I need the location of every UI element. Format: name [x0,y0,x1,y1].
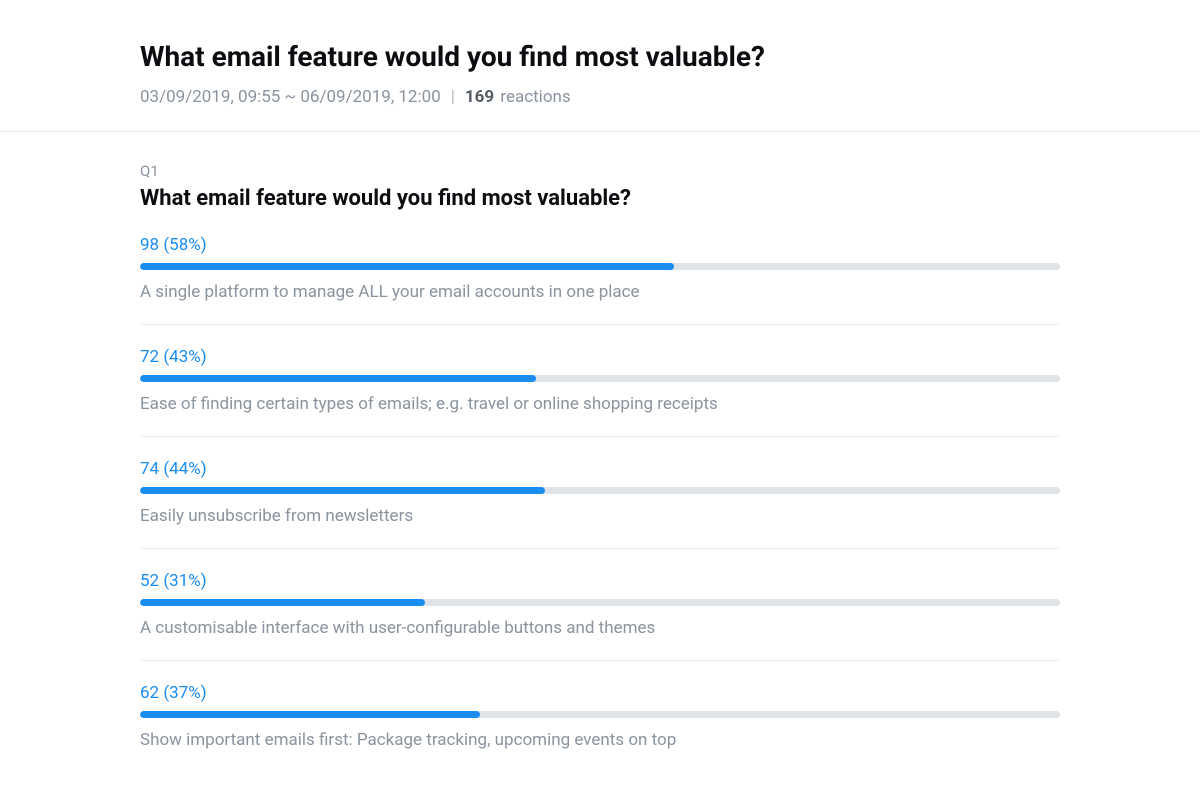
progress-track [140,263,1060,270]
result-stat: 52 (31%) [140,571,1060,591]
result-label: Show important emails first: Package tra… [140,730,1060,750]
result-stat: 74 (44%) [140,459,1060,479]
progress-fill [140,711,480,718]
reactions-count: 169 [465,87,494,107]
progress-track [140,487,1060,494]
question-number: Q1 [140,162,1060,180]
result-item: 98 (58%) A single platform to manage ALL … [140,235,1060,325]
progress-track [140,599,1060,606]
result-label: Ease of finding certain types of emails;… [140,394,1060,414]
progress-fill [140,599,425,606]
progress-fill [140,375,536,382]
date-range: 03/09/2019, 09:55 ~ 06/09/2019, 12:00 [140,87,441,107]
result-item: 62 (37%) Show important emails first: Pac… [140,683,1060,772]
result-item: 74 (44%) Easily unsubscribe from newslett… [140,459,1060,549]
progress-track [140,711,1060,718]
survey-header: What email feature would you find most v… [0,0,1200,132]
survey-meta: 03/09/2019, 09:55 ~ 06/09/2019, 12:00 | … [140,87,1060,107]
page-title: What email feature would you find most v… [140,40,1060,73]
results-list: 98 (58%) A single platform to manage ALL … [140,235,1060,772]
result-item: 52 (31%) A customisable interface with us… [140,571,1060,661]
progress-fill [140,263,674,270]
question-title: What email feature would you find most v… [140,186,1060,211]
result-label: A single platform to manage ALL your ema… [140,282,1060,302]
survey-content: Q1 What email feature would you find mos… [0,132,1200,812]
reactions: 169 reactions [465,87,571,107]
result-stat: 98 (58%) [140,235,1060,255]
result-item: 72 (43%) Ease of finding certain types of… [140,347,1060,437]
result-stat: 72 (43%) [140,347,1060,367]
progress-track [140,375,1060,382]
result-label: A customisable interface with user-confi… [140,618,1060,638]
result-label: Easily unsubscribe from newsletters [140,506,1060,526]
meta-divider: | [451,87,455,107]
result-stat: 62 (37%) [140,683,1060,703]
progress-fill [140,487,545,494]
reactions-label: reactions [500,87,570,107]
